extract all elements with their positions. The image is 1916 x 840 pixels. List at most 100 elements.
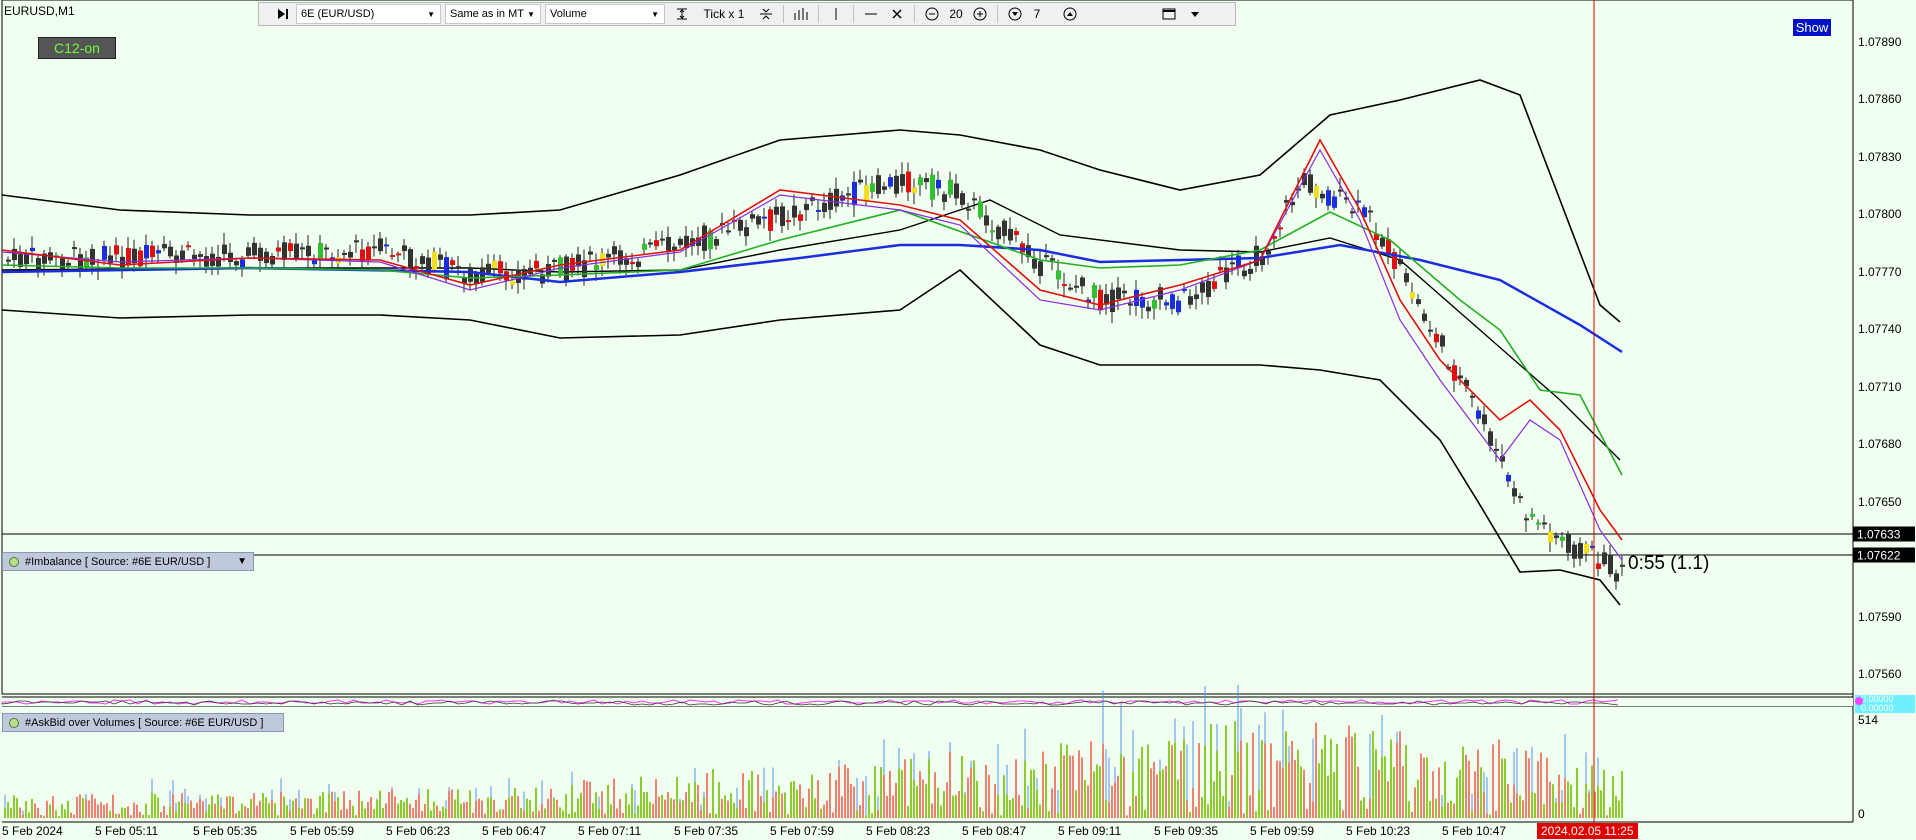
decrease-icon[interactable] bbox=[1005, 4, 1025, 24]
play-icon[interactable] bbox=[273, 4, 293, 24]
volume-bar bbox=[1294, 760, 1296, 818]
volume-bar bbox=[286, 805, 288, 818]
volume-bar bbox=[1114, 782, 1116, 818]
tick-settings-icon[interactable] bbox=[672, 4, 692, 24]
volume-bar bbox=[190, 800, 192, 818]
price-label: 1.07560 bbox=[1858, 667, 1902, 681]
volume-bar bbox=[904, 759, 906, 818]
volume-bar bbox=[1237, 751, 1239, 818]
chevron-down-icon: ▼ bbox=[651, 9, 659, 19]
candle-body bbox=[1566, 533, 1571, 553]
price-label: 1.07710 bbox=[1858, 380, 1902, 394]
volume-bar bbox=[523, 810, 525, 818]
volume-bar bbox=[643, 791, 645, 818]
zoom-out-icon[interactable] bbox=[922, 4, 942, 24]
mode-select[interactable]: Volume ▼ bbox=[545, 4, 665, 24]
volume-bar bbox=[721, 798, 723, 818]
volume-bar bbox=[514, 788, 516, 818]
volume-bar bbox=[787, 814, 789, 818]
volume-bar bbox=[1039, 804, 1041, 818]
volume-bar bbox=[1588, 792, 1590, 818]
volume-bar bbox=[562, 810, 564, 818]
close-x-icon[interactable] bbox=[887, 4, 907, 24]
candle-body bbox=[498, 261, 503, 274]
imbalance-indicator-header[interactable]: #Imbalance [ Source: #6E EUR/USD ] ▼ bbox=[2, 552, 254, 571]
volume-bar bbox=[1519, 795, 1521, 818]
chevron-down-icon: ▼ bbox=[527, 9, 535, 19]
volume-bar bbox=[1342, 810, 1344, 818]
candle-body bbox=[114, 245, 119, 255]
candle-body bbox=[936, 179, 941, 189]
volume-bar bbox=[922, 779, 924, 818]
volume-bar bbox=[1240, 740, 1242, 818]
volume-bar bbox=[280, 791, 282, 818]
candle-body bbox=[534, 260, 539, 269]
volume-bar bbox=[1531, 792, 1533, 818]
volume-bar bbox=[1567, 781, 1569, 818]
candle-body bbox=[1470, 395, 1475, 398]
timezone-select[interactable]: Same as in MT ▼ bbox=[445, 4, 541, 24]
time-label: 5 Feb 09:35 bbox=[1154, 824, 1219, 838]
volume-bar bbox=[1498, 739, 1500, 818]
zoom-in-icon[interactable] bbox=[970, 4, 990, 24]
chart-canvas[interactable] bbox=[0, 0, 1916, 840]
vertical-line-icon[interactable] bbox=[826, 4, 846, 24]
candle-body bbox=[1602, 552, 1607, 565]
candle-body bbox=[1308, 174, 1313, 193]
volume-bar bbox=[427, 789, 429, 818]
volume-bar bbox=[592, 802, 594, 818]
volume-bar bbox=[76, 796, 78, 818]
tick-adjust-icon[interactable] bbox=[756, 4, 776, 24]
candle-body bbox=[1116, 287, 1121, 300]
volume-bar bbox=[484, 813, 486, 818]
horizontal-line-icon[interactable] bbox=[861, 4, 881, 24]
candle-body bbox=[660, 238, 665, 241]
price-label: 1.07740 bbox=[1858, 322, 1902, 336]
volume-bar bbox=[589, 781, 591, 818]
volume-bar bbox=[1021, 805, 1023, 818]
candle-body bbox=[714, 239, 719, 246]
symbol-select[interactable]: 6E (EUR/USD) ▼ bbox=[296, 4, 441, 24]
volume-bar bbox=[385, 803, 387, 818]
volume-bar bbox=[871, 813, 873, 818]
bar-chart-icon[interactable] bbox=[791, 4, 811, 24]
show-button[interactable]: Show bbox=[1792, 18, 1832, 37]
volume-bar bbox=[961, 755, 963, 818]
volume-bar bbox=[688, 783, 690, 818]
volume-bar bbox=[493, 799, 495, 818]
volume-bar bbox=[1315, 722, 1317, 818]
candle-body bbox=[780, 206, 785, 226]
price-label: 1.07650 bbox=[1858, 495, 1902, 509]
volume-bar bbox=[967, 777, 969, 818]
volume-bar bbox=[1138, 758, 1140, 818]
menu-caret-icon[interactable] bbox=[1185, 4, 1205, 24]
candle-body bbox=[60, 258, 65, 270]
candle-body bbox=[390, 255, 395, 258]
c12-toggle-button[interactable]: C12-on bbox=[38, 37, 116, 59]
volume-bar bbox=[370, 796, 372, 818]
volume-bar bbox=[1381, 756, 1383, 818]
volume-bar bbox=[1354, 732, 1356, 818]
askbid-indicator-header[interactable]: #AskBid over Volumes [ Source: #6E EUR/U… bbox=[2, 713, 284, 732]
chevron-down-icon[interactable]: ▼ bbox=[237, 556, 247, 567]
volume-bar bbox=[130, 815, 132, 818]
candle-body bbox=[1278, 227, 1283, 230]
volume-bar bbox=[328, 793, 330, 818]
volume-bar bbox=[1321, 748, 1323, 818]
volume-bar bbox=[991, 813, 993, 818]
volume-bar bbox=[1024, 760, 1026, 818]
candle-body bbox=[1440, 335, 1445, 347]
volume-bar bbox=[850, 783, 852, 818]
volume-bar bbox=[1069, 755, 1071, 818]
candle-body bbox=[552, 259, 557, 262]
volume-bar bbox=[211, 795, 213, 818]
volume-bar bbox=[1015, 759, 1017, 818]
candle-body bbox=[228, 252, 233, 263]
volume-bar bbox=[67, 800, 69, 818]
volume-bar bbox=[811, 774, 813, 818]
volume-bar bbox=[595, 792, 597, 818]
increase-icon[interactable] bbox=[1060, 4, 1080, 24]
window-icon[interactable] bbox=[1159, 4, 1179, 24]
volume-bar bbox=[556, 799, 558, 818]
volume-bar bbox=[616, 808, 618, 818]
